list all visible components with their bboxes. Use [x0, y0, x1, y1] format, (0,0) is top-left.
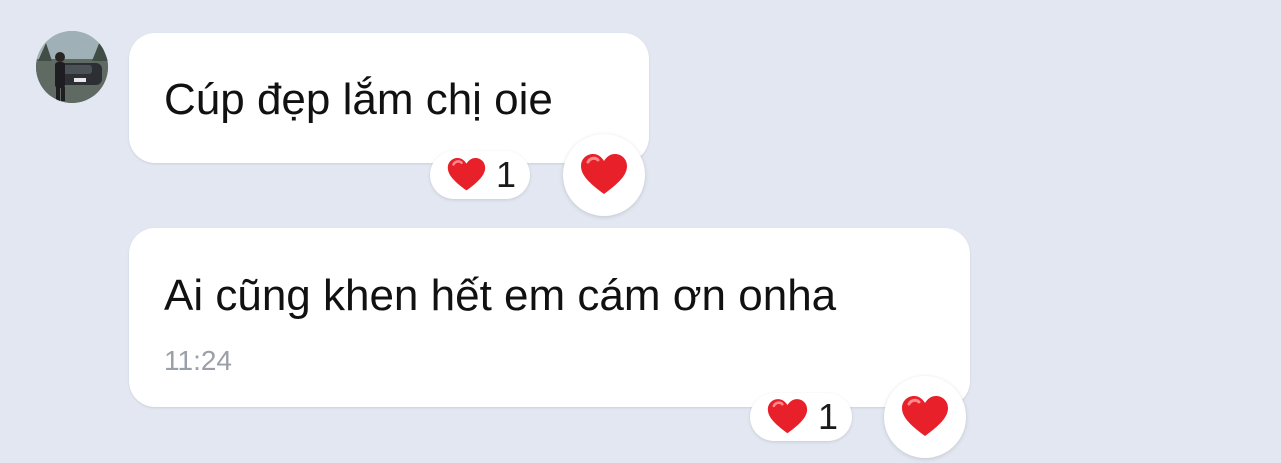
sender-avatar[interactable]	[36, 31, 108, 103]
message-text: Cúp đẹp lắm chị oie	[164, 75, 553, 124]
reaction-count-badge[interactable]: 1	[750, 393, 852, 441]
message-bubble[interactable]: Ai cũng khen hết em cám ơn onha 11:24	[129, 228, 970, 407]
heart-reaction-button[interactable]	[884, 376, 966, 458]
heart-icon	[767, 399, 808, 434]
reaction-count: 1	[495, 154, 516, 195]
heart-reaction-button[interactable]	[563, 134, 645, 216]
reaction-count-badge[interactable]: 1	[430, 151, 530, 199]
heart-icon	[447, 157, 486, 191]
reaction-count: 1	[817, 396, 838, 437]
message-text: Ai cũng khen hết em cám ơn onha	[164, 271, 837, 320]
message-timestamp: 11:24	[164, 345, 232, 376]
heart-icon	[581, 154, 627, 194]
message-bubble[interactable]: Cúp đẹp lắm chị oie	[129, 33, 649, 163]
heart-icon	[902, 396, 948, 436]
avatar-photo-icon	[36, 31, 108, 103]
